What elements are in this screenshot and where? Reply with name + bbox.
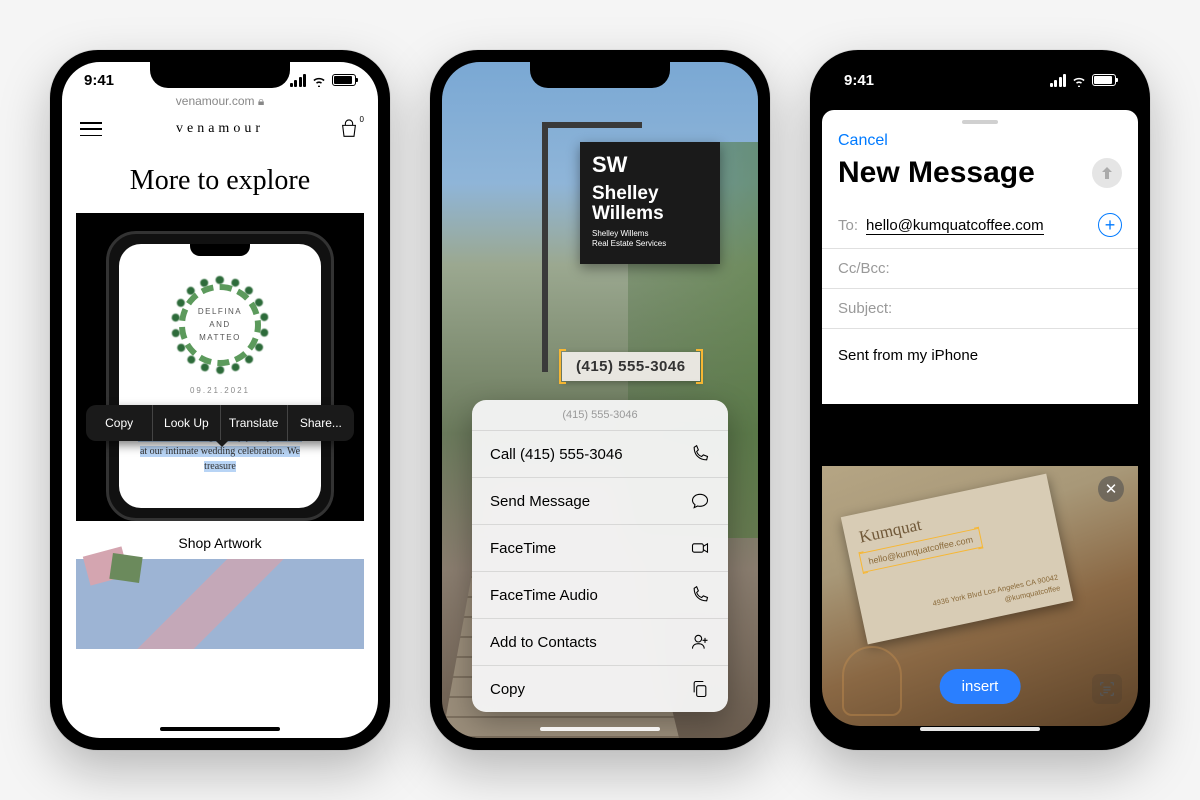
cellular-icon [290, 74, 307, 87]
context-menu-header: (415) 555-3046 [472, 400, 728, 431]
copy-icon [690, 679, 710, 699]
menu-copy[interactable]: Copy [472, 666, 728, 712]
card-address: 4936 York Blvd Los Angeles CA 90042 @kum… [931, 571, 1061, 620]
menu-facetime-audio[interactable]: FaceTime Audio [472, 572, 728, 619]
mail-body[interactable]: Sent from my iPhone [822, 329, 1138, 404]
subject-label: Subject: [838, 300, 892, 317]
cc-bcc-field[interactable]: Cc/Bcc: [822, 249, 1138, 289]
cart-badge: 0 [360, 115, 364, 124]
menu-message[interactable]: Send Message [472, 478, 728, 525]
cc-label: Cc/Bcc: [838, 260, 890, 277]
scene-signpost [542, 122, 548, 372]
text-scanner-panel: ✕ Kumquat hello@kumquatcoffee.com 4936 Y… [822, 466, 1138, 726]
page-heading: More to explore [62, 165, 378, 197]
phone-context-menu: (415) 555-3046 Call (415) 555-3046 Send … [472, 400, 728, 712]
to-label: To: [838, 217, 858, 234]
product-card: DELFINA AND MATTEO 09.21.2021 We would b… [76, 213, 364, 521]
realtor-sign: SW Shelley Willems Shelley WillemsReal E… [580, 142, 720, 264]
site-logo[interactable]: venamour [176, 121, 264, 137]
product-image: DELFINA AND MATTEO 09.21.2021 We would b… [106, 231, 334, 521]
to-field[interactable]: To: hello@kumquatcoffee.com + [822, 202, 1138, 249]
text-selection-popover: Copy Look Up Translate Share... [86, 405, 354, 441]
menu-call[interactable]: Call (415) 555-3046 [472, 431, 728, 478]
close-scanner-button[interactable]: ✕ [1098, 476, 1124, 502]
video-icon [690, 538, 710, 558]
menu-facetime[interactable]: FaceTime [472, 525, 728, 572]
cellular-icon [1050, 74, 1067, 87]
battery-icon [1092, 74, 1116, 86]
cancel-button[interactable]: Cancel [838, 132, 1035, 150]
wreath-graphic: DELFINA AND MATTEO [165, 270, 275, 380]
popover-share[interactable]: Share... [288, 405, 354, 441]
collage-image [76, 559, 364, 649]
phone-icon [690, 585, 710, 605]
compose-title: New Message [838, 156, 1035, 190]
insert-button[interactable]: insert [940, 669, 1021, 704]
hand-outline [842, 646, 902, 716]
status-time: 9:41 [84, 72, 114, 89]
hamburger-menu-icon[interactable] [80, 122, 102, 136]
detected-phone-number[interactable]: (415) 555-3046 [562, 352, 700, 381]
popover-copy[interactable]: Copy [86, 405, 153, 441]
sign-name: Shelley Willems [592, 184, 708, 224]
menu-add-contact[interactable]: Add to Contacts [472, 619, 728, 666]
wifi-icon [311, 74, 327, 86]
add-contact-icon [690, 632, 710, 652]
to-value: hello@kumquatcoffee.com [866, 217, 1098, 234]
invite-names: DELFINA AND MATTEO [198, 306, 242, 344]
status-bar: 9:41 [822, 62, 1138, 98]
business-card: Kumquat hello@kumquatcoffee.com 4936 Yor… [841, 474, 1073, 645]
live-text-button[interactable] [1092, 674, 1122, 704]
battery-icon [332, 74, 356, 86]
home-indicator[interactable] [920, 727, 1040, 731]
live-text-icon [1098, 680, 1116, 698]
phone-2-camera: SW Shelley Willems Shelley WillemsReal E… [430, 50, 770, 750]
compose-header: Cancel New Message [822, 110, 1138, 202]
popover-translate[interactable]: Translate [221, 405, 288, 441]
add-recipient-button[interactable]: + [1098, 213, 1122, 237]
sheet-grabber[interactable] [962, 120, 998, 124]
sign-initials: SW [592, 152, 708, 178]
invite-date: 09.21.2021 [129, 386, 311, 395]
send-button[interactable] [1092, 158, 1122, 188]
phone-3-mail: 9:41 Cancel New Message To: [810, 50, 1150, 750]
home-indicator[interactable] [160, 727, 280, 731]
phone-icon [690, 444, 710, 464]
status-time: 9:41 [844, 72, 874, 89]
popover-lookup[interactable]: Look Up [153, 405, 220, 441]
wifi-icon [1071, 74, 1087, 86]
phone-1-safari: 9:41 venamour.com 🔒︎ venamour 0 More to … [50, 50, 390, 750]
subject-field[interactable]: Subject: [822, 289, 1138, 329]
sign-subtitle: Shelley WillemsReal Estate Services [592, 229, 708, 250]
home-indicator[interactable] [540, 727, 660, 731]
message-icon [690, 491, 710, 511]
cart-button[interactable]: 0 [338, 119, 360, 139]
status-bar: 9:41 [62, 62, 378, 98]
arrow-up-icon [1099, 165, 1115, 181]
